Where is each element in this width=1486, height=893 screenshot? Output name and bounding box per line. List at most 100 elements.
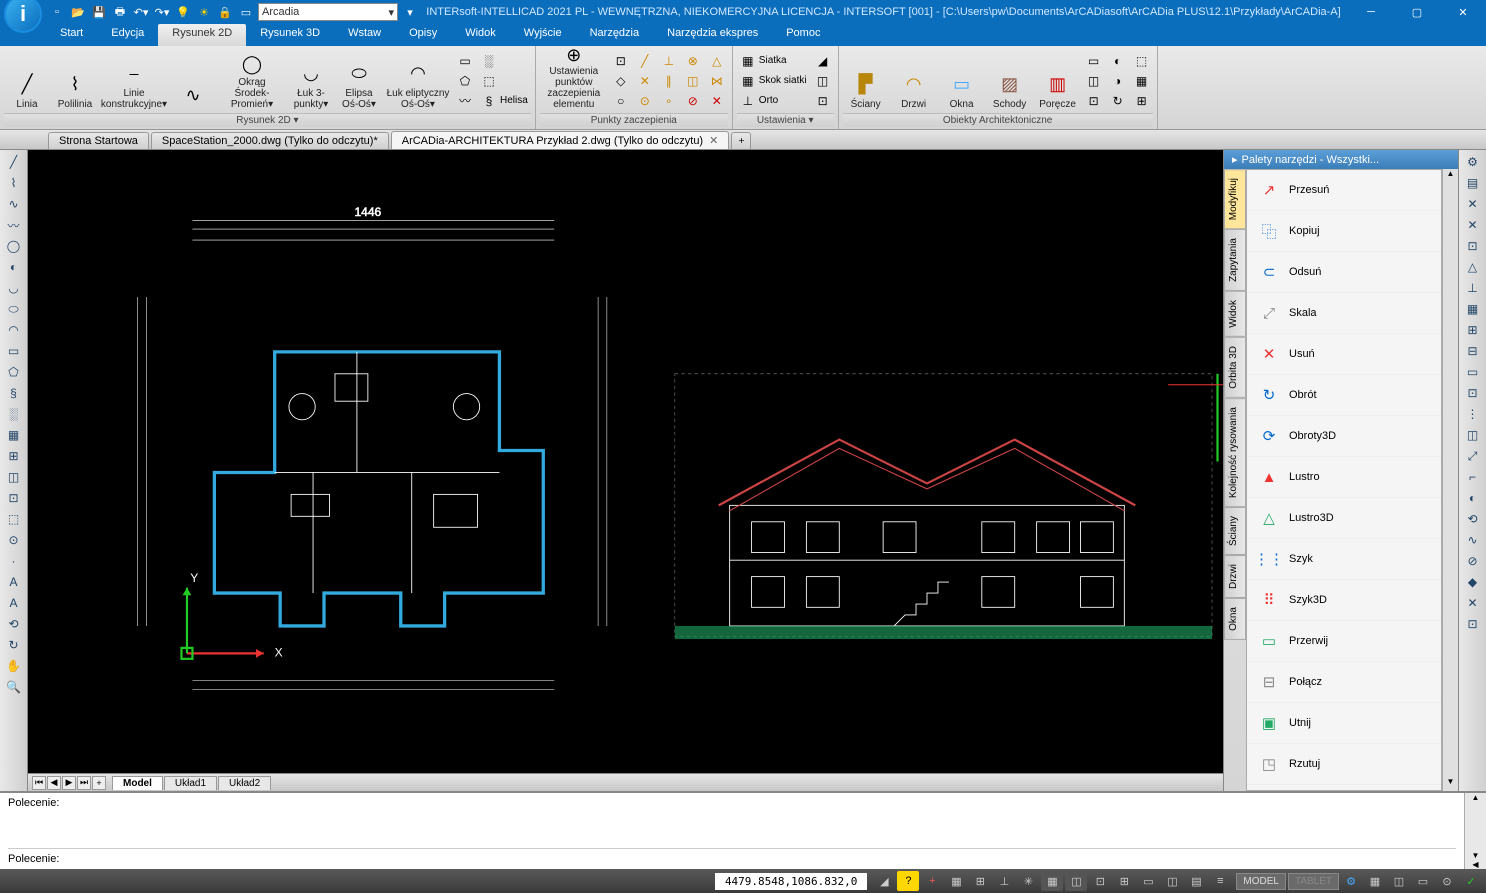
status-btn-s3[interactable]: ▭ xyxy=(1412,871,1434,891)
layout-tab[interactable]: Układ1 xyxy=(164,776,217,790)
palette-item[interactable]: ▲Lustro xyxy=(1247,457,1441,498)
status-ok-icon[interactable]: ✓ xyxy=(1460,871,1482,891)
menu-tab-narzędzia-ekspres[interactable]: Narzędzia ekspres xyxy=(653,24,772,46)
toolbar-button[interactable]: ✕ xyxy=(1462,215,1484,235)
qat-undo-icon[interactable]: ↶▾ xyxy=(132,3,150,21)
ribbon-button[interactable]: ▨Schody xyxy=(987,50,1033,112)
toolbar-button[interactable]: ◐ xyxy=(3,257,25,277)
toolbar-button[interactable]: ◡ xyxy=(3,278,25,298)
ribbon-small-button[interactable]: ▦Skok siatki xyxy=(737,71,810,90)
status-gear-icon[interactable]: ⚙ xyxy=(1340,871,1362,891)
toolbar-button[interactable]: ⬭ xyxy=(3,299,25,319)
ribbon-small-button[interactable]: ⬚ xyxy=(478,71,531,90)
ribbon-button[interactable]: ⌇Polilinia xyxy=(52,50,98,112)
menu-tab-wyjście[interactable]: Wyjście xyxy=(510,24,576,46)
ribbon-small-button[interactable]: ⬠ xyxy=(454,71,476,90)
toolbar-button[interactable]: ⊡ xyxy=(1462,614,1484,634)
toolbar-button[interactable]: ⋮ xyxy=(1462,404,1484,424)
palette-item[interactable]: ⟳Obroty3D xyxy=(1247,416,1441,457)
scroll-up-icon[interactable]: ▲ xyxy=(1443,169,1458,183)
status-ortho-icon[interactable]: ⊥ xyxy=(993,871,1015,891)
qat-saveall-icon[interactable]: 🖶 xyxy=(111,3,129,21)
document-tab[interactable]: Strona Startowa xyxy=(48,132,149,149)
ribbon-button[interactable]: ◠Łuk eliptyczny Oś-Oś▾ xyxy=(384,50,452,112)
ribbon-group-label[interactable]: Obiekty Architektoniczne xyxy=(843,113,1153,127)
toolbar-button[interactable]: ✋ xyxy=(3,656,25,676)
ribbon-button[interactable]: ⎯Linie konstrukcyjne▾ xyxy=(100,50,168,112)
ribbon-small-button[interactable]: ⊥ xyxy=(658,51,680,70)
ribbon-small-button[interactable]: ◐ xyxy=(1107,51,1129,70)
layout-next-button[interactable]: ▶ xyxy=(62,776,76,790)
ribbon-button[interactable]: ∿ xyxy=(170,50,216,112)
command-scrollbar[interactable]: ▲ ▼ ◀ xyxy=(1464,793,1486,869)
palette-item[interactable]: ⋮⋮Szyk xyxy=(1247,539,1441,580)
command-input[interactable]: Polecenie: xyxy=(8,848,1456,865)
toolbar-button[interactable]: ∿ xyxy=(3,194,25,214)
toolbar-button[interactable]: ⊟ xyxy=(1462,341,1484,361)
layout-first-button[interactable]: ⏮ xyxy=(32,776,46,790)
toolbar-button[interactable]: ⟲ xyxy=(3,614,25,634)
menu-tab-wstaw[interactable]: Wstaw xyxy=(334,24,395,46)
ribbon-button[interactable]: ▥Poręcze xyxy=(1035,50,1081,112)
toolbar-button[interactable]: § xyxy=(3,383,25,403)
ribbon-group-label[interactable]: Punkty zaczepienia xyxy=(540,113,728,127)
ribbon-button[interactable]: ⬭Elipsa Oś-Oś▾ xyxy=(336,50,382,112)
toolbar-button[interactable]: ⬠ xyxy=(3,362,25,382)
layout-prev-button[interactable]: ◀ xyxy=(47,776,61,790)
command-history[interactable]: Polecenie: Polecenie: xyxy=(0,793,1464,869)
ribbon-small-button[interactable]: ▦Siatka xyxy=(737,51,810,70)
ribbon-small-button[interactable]: ⊥Orto xyxy=(737,91,810,110)
palette-item[interactable]: ↻Obrót xyxy=(1247,375,1441,416)
status-polar-icon[interactable]: ✳ xyxy=(1017,871,1039,891)
layer-selector[interactable]: Arcadia ▾ xyxy=(258,3,398,21)
toolbar-button[interactable]: ⌇ xyxy=(3,173,25,193)
ribbon-small-button[interactable]: ╱ xyxy=(634,51,656,70)
toolbar-button[interactable]: ▭ xyxy=(3,341,25,361)
toolbar-button[interactable]: ░ xyxy=(3,404,25,424)
palette-title[interactable]: ▸ Palety narzędzi - Wszystki... xyxy=(1224,150,1458,169)
toolbar-button[interactable]: ◫ xyxy=(1462,425,1484,445)
qat-layer-icon[interactable]: ▭ xyxy=(237,3,255,21)
qat-lock-icon[interactable]: 🔒 xyxy=(216,3,234,21)
ribbon-small-button[interactable]: ∥ xyxy=(658,71,680,90)
ribbon-small-button[interactable]: ○ xyxy=(610,91,632,110)
status-otrack-icon[interactable]: ◫ xyxy=(1065,871,1087,891)
toolbar-button[interactable]: ⚙ xyxy=(1462,152,1484,172)
toolbar-button[interactable]: ⤢ xyxy=(1462,446,1484,466)
toolbar-button[interactable]: ▦ xyxy=(1462,299,1484,319)
ribbon-button[interactable]: ◯Okrąg Środek-Promień▾ xyxy=(218,50,286,112)
toolbar-button[interactable]: ✕ xyxy=(1462,194,1484,214)
palette-item[interactable]: ▭Przerwij xyxy=(1247,621,1441,662)
toolbar-button[interactable]: ▤ xyxy=(1462,173,1484,193)
toolbar-button[interactable]: ⊞ xyxy=(1462,320,1484,340)
palette-tab[interactable]: Zapytania xyxy=(1224,229,1246,291)
menu-tab-rysunek-2d[interactable]: Rysunek 2D xyxy=(158,24,246,46)
palette-tab[interactable]: Ściany xyxy=(1224,507,1246,555)
scroll-down-icon[interactable]: ▼ xyxy=(1443,777,1458,791)
toolbar-button[interactable]: ▭ xyxy=(1462,362,1484,382)
qat-sun-icon[interactable]: ☀ xyxy=(195,3,213,21)
close-icon[interactable]: ✕ xyxy=(709,134,718,147)
ribbon-small-button[interactable]: ◫ xyxy=(812,71,834,90)
palette-tab[interactable]: Okna xyxy=(1224,598,1246,640)
ribbon-small-button[interactable]: ⬚ xyxy=(1131,51,1153,70)
toolbar-button[interactable]: ◠ xyxy=(3,320,25,340)
palette-tab[interactable]: Kolejność rysowania xyxy=(1224,398,1246,507)
toolbar-button[interactable]: △ xyxy=(1462,257,1484,277)
toolbar-button[interactable]: ⌐ xyxy=(1462,467,1484,487)
toolbar-button[interactable]: ╱ xyxy=(3,152,25,172)
qat-bulb-icon[interactable]: 💡 xyxy=(174,3,192,21)
ribbon-small-button[interactable]: ◫ xyxy=(682,71,704,90)
palette-item[interactable]: ▣Utnij xyxy=(1247,703,1441,744)
ribbon-small-button[interactable]: ◇ xyxy=(610,71,632,90)
toolbar-button[interactable]: A xyxy=(3,593,25,613)
status-lwt-icon[interactable]: ⊡ xyxy=(1089,871,1111,891)
ribbon-small-button[interactable]: ▭ xyxy=(454,51,476,70)
ribbon-small-button[interactable]: ✕ xyxy=(634,71,656,90)
toolbar-button[interactable]: ⊡ xyxy=(1462,383,1484,403)
palette-tab[interactable]: Modyfikuj xyxy=(1224,169,1246,229)
close-button[interactable]: ✕ xyxy=(1440,0,1486,24)
status-btn-13[interactable]: ▤ xyxy=(1185,871,1207,891)
toolbar-button[interactable]: ⊡ xyxy=(1462,236,1484,256)
ribbon-group-label[interactable]: Rysunek 2D ▾ xyxy=(4,113,531,127)
